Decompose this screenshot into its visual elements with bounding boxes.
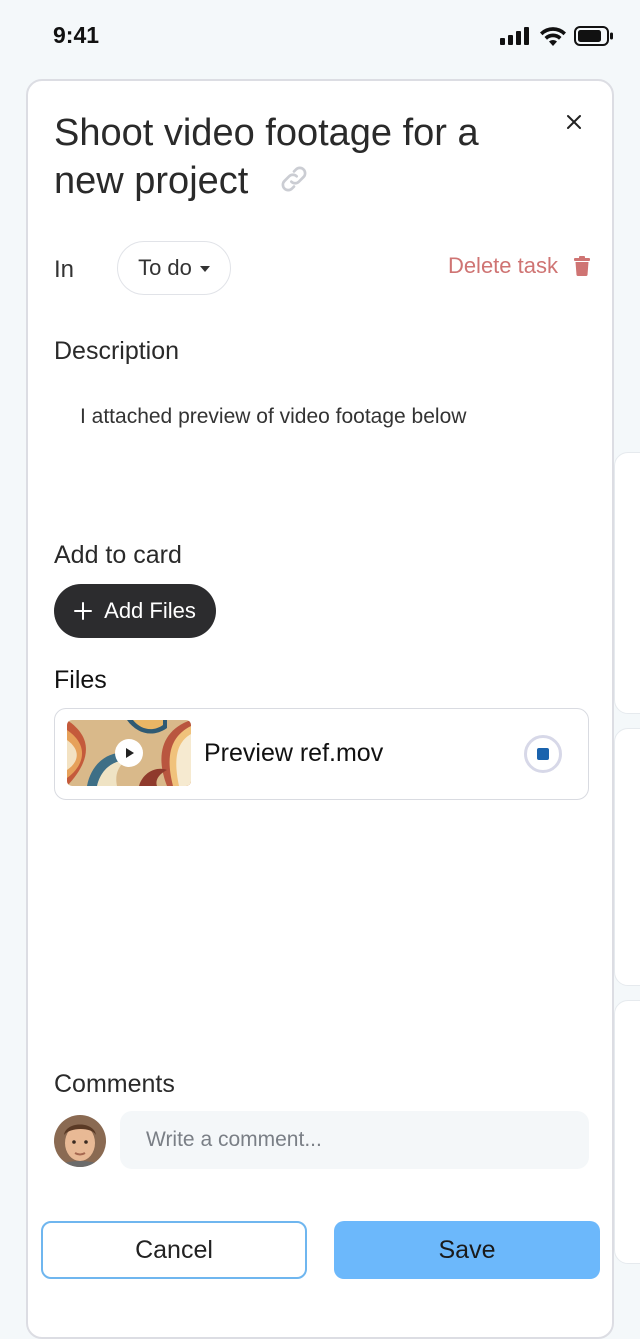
- delete-task-button[interactable]: Delete task: [448, 253, 590, 279]
- status-row: In To do Delete task: [54, 241, 590, 295]
- files-label: Files: [54, 666, 107, 694]
- in-label: In: [54, 256, 75, 283]
- play-button[interactable]: [115, 739, 143, 767]
- avatar-image: [54, 1115, 106, 1167]
- save-button[interactable]: Save: [334, 1221, 600, 1279]
- status-icons: [500, 26, 614, 46]
- status-value: To do: [138, 255, 192, 280]
- status-dropdown[interactable]: To do: [117, 241, 231, 295]
- comment-input[interactable]: [120, 1111, 589, 1169]
- status-time: 9:41: [53, 22, 100, 48]
- background-card: [614, 452, 640, 714]
- plus-icon: [74, 602, 93, 620]
- file-item[interactable]: Preview ref.mov: [54, 708, 589, 800]
- avatar: [54, 1115, 106, 1167]
- video-thumbnail[interactable]: [67, 720, 191, 786]
- play-icon: [126, 748, 134, 758]
- task-modal: Shoot video footage for a new project In…: [26, 79, 614, 1339]
- delete-task-label: Delete task: [447, 253, 558, 278]
- trash-icon: [574, 256, 590, 276]
- comments-label: Comments: [54, 1070, 175, 1098]
- background-card: [614, 1000, 640, 1264]
- add-to-card-label: Add to card: [54, 541, 182, 569]
- cancel-button[interactable]: Cancel: [41, 1221, 307, 1279]
- add-files-label: Add Files: [104, 598, 196, 623]
- chevron-down-icon: [199, 266, 210, 272]
- stop-button[interactable]: [524, 735, 562, 773]
- close-button[interactable]: [560, 108, 588, 136]
- link-icon[interactable]: [278, 163, 310, 195]
- task-title-text: Shoot video footage for a new project: [54, 112, 479, 202]
- signal-icon: [500, 27, 529, 45]
- task-title: Shoot video footage for a new project: [54, 109, 524, 205]
- status-bar: 9:41: [0, 0, 640, 74]
- battery-icon: [574, 26, 613, 46]
- stop-icon: [537, 748, 549, 760]
- background-card: [614, 728, 640, 986]
- wifi-icon: [540, 26, 566, 46]
- description-text[interactable]: I attached preview of video footage belo…: [80, 405, 466, 429]
- file-name: Preview ref.mov: [204, 739, 384, 767]
- add-files-button[interactable]: Add Files: [54, 584, 216, 638]
- description-label: Description: [54, 337, 180, 365]
- close-icon: [567, 115, 581, 129]
